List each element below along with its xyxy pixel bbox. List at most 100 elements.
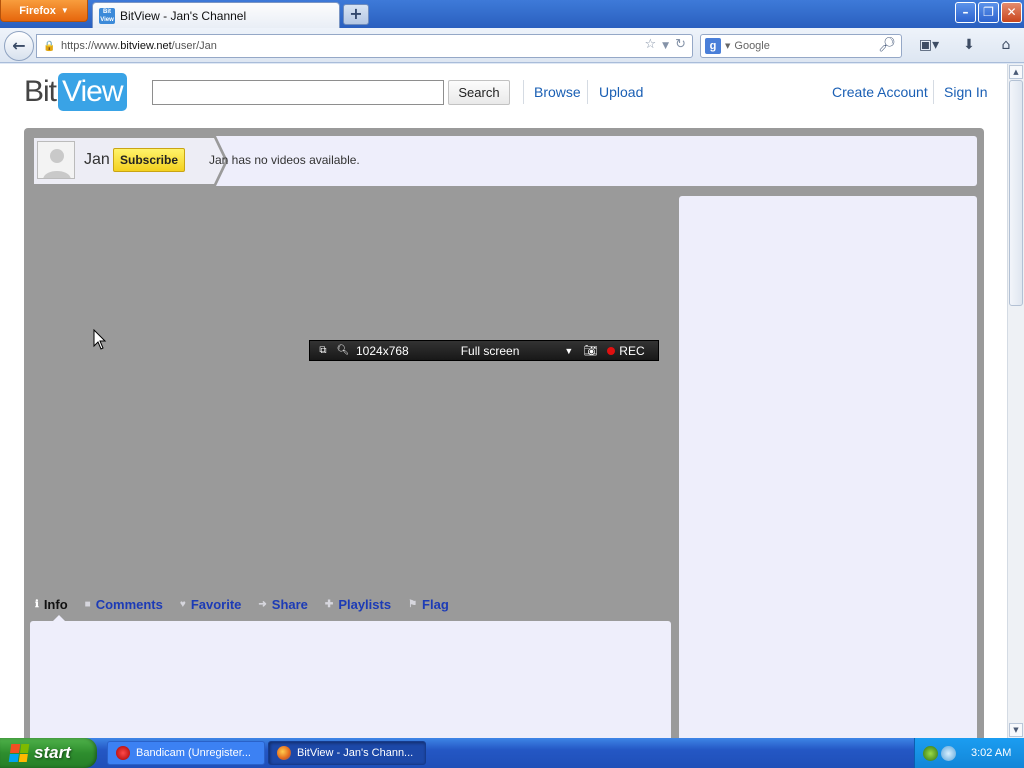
- tab-comments[interactable]: ■ Comments: [85, 594, 163, 614]
- minimize-icon[interactable]: –: [955, 2, 976, 23]
- new-tab-button[interactable]: +: [343, 4, 369, 25]
- channel-container: Jan Subscribe Jan has no videos availabl…: [24, 128, 984, 738]
- channel-header-bar: Jan Subscribe Jan has no videos availabl…: [32, 136, 977, 186]
- clock: 3:02 AM: [971, 747, 1012, 759]
- taskbar-item-firefox[interactable]: BitView - Jan's Chann...: [268, 741, 426, 765]
- site-search-button[interactable]: Search: [448, 80, 510, 105]
- search-placeholder: Google: [734, 40, 770, 52]
- zoom-icon[interactable]: 🔍︎: [336, 345, 350, 356]
- url-text: https://www.bitview.net/user/Jan: [61, 40, 217, 52]
- bandicam-recorder-toolbar: ⧉ 🔍︎ 1024x768 Full screen ▼ 📷︎ REC: [309, 340, 659, 361]
- engine-dropdown-icon[interactable]: ▼: [725, 42, 730, 50]
- video-player-area[interactable]: [32, 196, 670, 581]
- site-search-input[interactable]: [152, 80, 444, 105]
- recording-mode[interactable]: Full screen: [461, 344, 520, 358]
- scroll-up-icon[interactable]: ▲: [1009, 65, 1023, 79]
- info-panel: [30, 621, 671, 738]
- close-icon[interactable]: ✕: [1001, 2, 1022, 23]
- scrollbar-thumb[interactable]: [1009, 80, 1023, 306]
- url-host: bitview.net: [120, 40, 172, 52]
- user-chip: Jan Subscribe: [32, 136, 228, 186]
- url-prefix: https://www.: [61, 40, 121, 52]
- windows-flag-icon: [8, 744, 30, 762]
- sign-in-link[interactable]: Sign In: [944, 84, 988, 100]
- firefox-app-icon: [277, 746, 291, 760]
- lock-icon: 🔒: [43, 40, 56, 52]
- tab-comments-label: Comments: [95, 596, 163, 612]
- firefox-menu-label: Firefox: [19, 4, 56, 17]
- window-mode-icon[interactable]: ⧉: [316, 345, 330, 356]
- page-viewport: Bit View Search Browse Upload Create Acc…: [0, 64, 1024, 738]
- back-arrow-icon[interactable]: ←: [4, 31, 34, 61]
- bookmark-star-icon[interactable]: ☆: [645, 37, 657, 55]
- tab-title: BitView - Jan's Channel: [120, 8, 247, 23]
- browser-search-bar[interactable]: g ▼ Google 🔎︎: [700, 34, 902, 58]
- browser-tab[interactable]: Bit View BitView - Jan's Channel: [92, 2, 340, 28]
- tab-flag[interactable]: ⚑ Flag: [408, 594, 449, 614]
- heart-icon: ♥: [179, 598, 186, 610]
- tab-info[interactable]: ℹ Info: [35, 594, 68, 614]
- header-divider: [523, 80, 524, 104]
- bitview-favicon-icon: Bit View: [99, 7, 115, 24]
- tray-app-icon[interactable]: [923, 745, 938, 761]
- screen: Firefox ▼ Bit View BitView - Jan's Channe…: [0, 0, 1024, 768]
- navigation-toolbar: ← 🔒 https://www.bitview.net/user/Jan ☆ ▼…: [0, 28, 1024, 63]
- no-videos-message: Jan has no videos available.: [209, 153, 360, 167]
- bitview-logo[interactable]: Bit View: [24, 72, 127, 112]
- url-bar[interactable]: 🔒 https://www.bitview.net/user/Jan ☆ ▼ ↻: [36, 34, 693, 58]
- restore-icon[interactable]: ❐: [978, 2, 999, 23]
- camera-icon[interactable]: 📷︎: [583, 344, 597, 357]
- mode-dropdown-icon[interactable]: ▼: [564, 346, 573, 356]
- create-account-link[interactable]: Create Account: [832, 84, 928, 100]
- bandicam-app-icon: [116, 746, 130, 760]
- start-button[interactable]: start: [0, 738, 97, 768]
- logo-view-text: View: [58, 73, 127, 111]
- header-divider: [933, 80, 934, 104]
- google-engine-icon[interactable]: g: [705, 38, 721, 54]
- default-user-icon: [38, 142, 74, 178]
- page-scrollbar[interactable]: ▲ ▼: [1007, 64, 1024, 738]
- share-arrow-icon: ➜: [258, 598, 267, 610]
- channel-sidebar: [679, 196, 977, 738]
- tab-favorite-label: Favorite: [190, 596, 242, 612]
- windows-taskbar: start Bandicam (Unregister... BitView - …: [0, 738, 1024, 768]
- network-icon[interactable]: [941, 745, 956, 761]
- logo-bit-text: Bit: [24, 75, 57, 108]
- taskbar-item-bandicam[interactable]: Bandicam (Unregister...: [107, 741, 265, 765]
- site-header: Bit View Search Browse Upload Create Acc…: [0, 64, 1007, 116]
- browse-link[interactable]: Browse: [534, 84, 581, 100]
- tab-share[interactable]: ➜ Share: [258, 594, 308, 614]
- rec-button[interactable]: REC: [619, 344, 644, 358]
- magnifier-icon[interactable]: 🔎︎: [878, 37, 896, 53]
- record-dot-icon: [607, 346, 616, 355]
- info-icon: ℹ: [35, 598, 39, 610]
- comment-icon: ■: [84, 598, 91, 610]
- reload-icon[interactable]: ↻: [675, 37, 686, 55]
- avatar[interactable]: [37, 141, 75, 179]
- tab-flag-label: Flag: [422, 596, 449, 612]
- tab-share-label: Share: [271, 596, 308, 612]
- upload-link[interactable]: Upload: [599, 84, 643, 100]
- tab-info-label: Info: [43, 596, 68, 612]
- firefox-menu-button[interactable]: Firefox ▼: [0, 0, 88, 22]
- start-label: start: [34, 743, 71, 762]
- home-icon[interactable]: ⌂: [994, 34, 1018, 56]
- firefox-title-bar: Firefox ▼ Bit View BitView - Jan's Channe…: [0, 0, 1024, 28]
- channel-username[interactable]: Jan: [84, 151, 110, 169]
- tab-favorite[interactable]: ♥ Favorite: [180, 594, 242, 614]
- plus-icon: ✚: [324, 598, 334, 610]
- recording-resolution: 1024x768: [356, 343, 409, 358]
- subscribe-button[interactable]: Subscribe: [113, 148, 185, 172]
- taskbar-item-label: BitView - Jan's Chann...: [297, 747, 414, 759]
- video-tabs: ℹ Info ■ Comments ♥ Favorite ➜ Share ✚ P…: [35, 594, 466, 614]
- tab-playlists-label: Playlists: [338, 596, 392, 612]
- taskbar-item-label: Bandicam (Unregister...: [136, 747, 251, 759]
- scroll-down-icon[interactable]: ▼: [1009, 723, 1023, 737]
- download-arrow-icon[interactable]: ⬇: [958, 34, 980, 56]
- tab-playlists[interactable]: ✚ Playlists: [325, 594, 391, 614]
- mouse-cursor-icon: [93, 329, 107, 350]
- bookmarks-menu-icon[interactable]: ▣▾: [912, 34, 946, 56]
- url-dropdown-icon[interactable]: ▼: [662, 37, 669, 55]
- flag-icon: ⚑: [408, 598, 418, 610]
- caret-down-icon: ▼: [60, 6, 69, 15]
